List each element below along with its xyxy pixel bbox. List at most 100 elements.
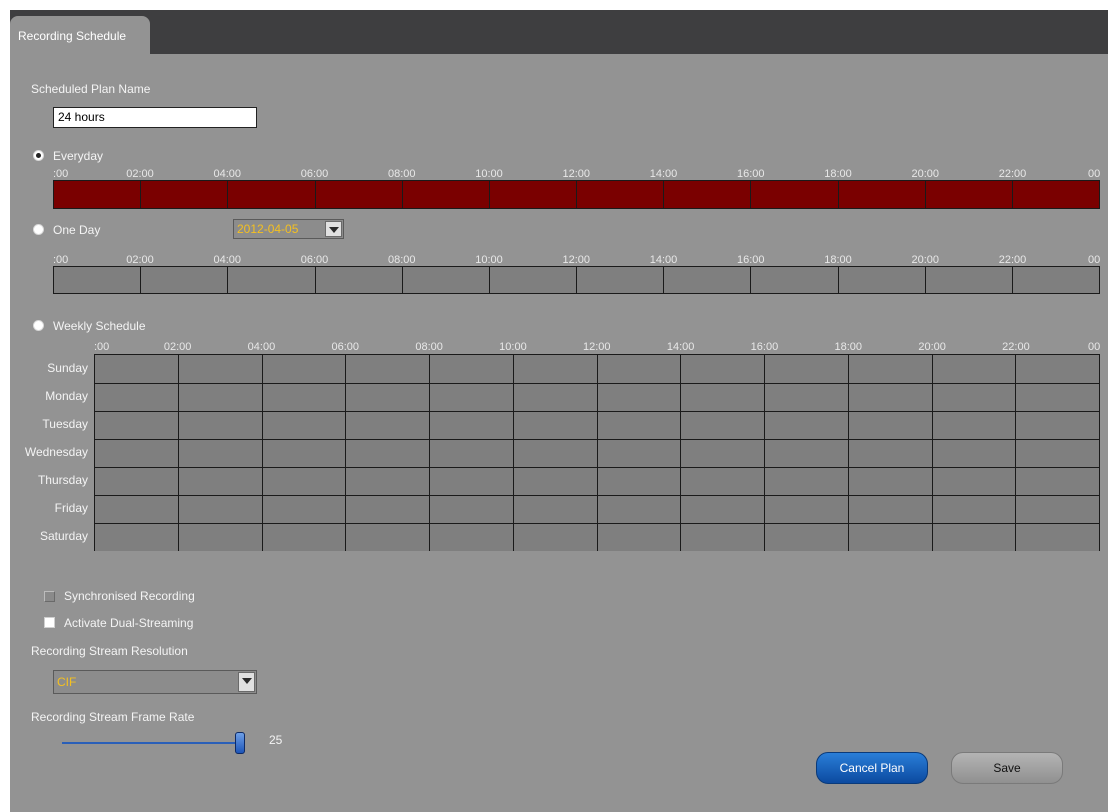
weekly-cell[interactable] <box>429 384 513 411</box>
weekly-cell[interactable] <box>764 468 848 495</box>
weekly-cell[interactable] <box>1015 355 1099 383</box>
weekly-cell[interactable] <box>345 440 429 467</box>
weekly-cell[interactable] <box>345 496 429 523</box>
weekly-cell[interactable] <box>429 524 513 551</box>
weekly-radio[interactable] <box>33 320 44 331</box>
timeline-segment[interactable] <box>140 181 227 208</box>
weekly-row-monday[interactable] <box>95 383 1099 411</box>
weekly-cell[interactable] <box>764 384 848 411</box>
timeline-segment[interactable] <box>837 181 925 208</box>
weekly-cell[interactable] <box>596 412 681 439</box>
weekly-cell[interactable] <box>177 412 262 439</box>
weekly-cell[interactable] <box>95 412 178 439</box>
weekly-cell[interactable] <box>429 468 513 495</box>
weekly-cell[interactable] <box>847 384 932 411</box>
weekly-cell[interactable] <box>596 468 681 495</box>
weekly-cell[interactable] <box>847 412 932 439</box>
weekly-cell[interactable] <box>512 524 597 551</box>
timeline-segment[interactable] <box>314 267 402 293</box>
weekly-cell[interactable] <box>847 355 932 383</box>
weekly-row-wednesday[interactable] <box>95 439 1099 467</box>
timeline-segment[interactable] <box>401 181 489 208</box>
one-day-timeline-bar[interactable] <box>53 266 1100 294</box>
weekly-cell[interactable] <box>764 440 848 467</box>
weekly-cell[interactable] <box>512 412 597 439</box>
weekly-cell[interactable] <box>596 384 681 411</box>
weekly-cell[interactable] <box>931 412 1016 439</box>
weekly-cell[interactable] <box>680 524 764 551</box>
timeline-segment[interactable] <box>1011 181 1099 208</box>
weekly-cell[interactable] <box>512 355 597 383</box>
weekly-cell[interactable] <box>680 384 764 411</box>
weekly-cell[interactable] <box>847 524 932 551</box>
weekly-cell[interactable] <box>177 440 262 467</box>
chevron-down-icon[interactable] <box>325 221 342 237</box>
plan-name-input[interactable]: 24 hours <box>53 107 257 128</box>
weekly-cell[interactable] <box>931 440 1016 467</box>
weekly-cell[interactable] <box>1015 440 1099 467</box>
weekly-cell[interactable] <box>512 496 597 523</box>
weekly-cell[interactable] <box>764 412 848 439</box>
synchronised-recording-checkbox[interactable] <box>44 591 55 602</box>
weekly-cell[interactable] <box>680 355 764 383</box>
weekly-cell[interactable] <box>345 355 429 383</box>
weekly-cell[interactable] <box>177 355 262 383</box>
weekly-cell[interactable] <box>177 524 262 551</box>
weekly-cell[interactable] <box>261 496 346 523</box>
weekly-cell[interactable] <box>596 496 681 523</box>
weekly-row-saturday[interactable] <box>95 523 1099 551</box>
weekly-cell[interactable] <box>512 440 597 467</box>
weekly-cell[interactable] <box>512 468 597 495</box>
timeline-segment[interactable] <box>54 267 140 293</box>
weekly-cell[interactable] <box>95 496 178 523</box>
timeline-segment[interactable] <box>227 267 314 293</box>
weekly-row-tuesday[interactable] <box>95 411 1099 439</box>
weekly-cell[interactable] <box>429 412 513 439</box>
weekly-cell[interactable] <box>680 412 764 439</box>
chevron-down-icon[interactable] <box>238 672 255 692</box>
timeline-segment[interactable] <box>488 181 576 208</box>
framerate-slider-track[interactable] <box>62 742 240 744</box>
weekly-row-sunday[interactable] <box>95 355 1099 383</box>
weekly-row-friday[interactable] <box>95 495 1099 523</box>
weekly-cell[interactable] <box>261 468 346 495</box>
weekly-cell[interactable] <box>847 496 932 523</box>
weekly-cell[interactable] <box>596 524 681 551</box>
timeline-segment[interactable] <box>924 267 1012 293</box>
weekly-grid[interactable] <box>94 354 1100 551</box>
timeline-segment[interactable] <box>401 267 489 293</box>
timeline-segment[interactable] <box>140 267 227 293</box>
weekly-cell[interactable] <box>429 355 513 383</box>
timeline-segment[interactable] <box>1011 267 1099 293</box>
weekly-cell[interactable] <box>95 355 178 383</box>
resolution-select[interactable]: CIF <box>53 670 257 694</box>
weekly-cell[interactable] <box>931 384 1016 411</box>
weekly-cell[interactable] <box>429 496 513 523</box>
weekly-cell[interactable] <box>345 468 429 495</box>
weekly-cell[interactable] <box>95 384 178 411</box>
weekly-cell[interactable] <box>931 496 1016 523</box>
one-day-date-select[interactable]: 2012-04-05 <box>233 219 344 239</box>
weekly-cell[interactable] <box>261 355 346 383</box>
weekly-cell[interactable] <box>261 412 346 439</box>
timeline-segment[interactable] <box>837 267 925 293</box>
cancel-plan-button[interactable]: Cancel Plan <box>816 752 928 784</box>
dual-streaming-checkbox[interactable] <box>44 617 55 628</box>
weekly-cell[interactable] <box>680 496 764 523</box>
weekly-cell[interactable] <box>345 524 429 551</box>
weekly-cell[interactable] <box>596 355 681 383</box>
timeline-segment[interactable] <box>576 267 663 293</box>
everyday-timeline-bar[interactable] <box>53 180 1100 209</box>
weekly-cell[interactable] <box>1015 384 1099 411</box>
weekly-cell[interactable] <box>512 384 597 411</box>
timeline-segment[interactable] <box>227 181 314 208</box>
weekly-cell[interactable] <box>95 468 178 495</box>
everyday-radio[interactable] <box>33 150 44 161</box>
weekly-cell[interactable] <box>680 440 764 467</box>
weekly-row-thursday[interactable] <box>95 467 1099 495</box>
save-button[interactable]: Save <box>951 752 1063 784</box>
timeline-segment[interactable] <box>750 181 837 208</box>
one-day-radio[interactable] <box>33 224 44 235</box>
weekly-cell[interactable] <box>596 440 681 467</box>
timeline-segment[interactable] <box>54 181 140 208</box>
